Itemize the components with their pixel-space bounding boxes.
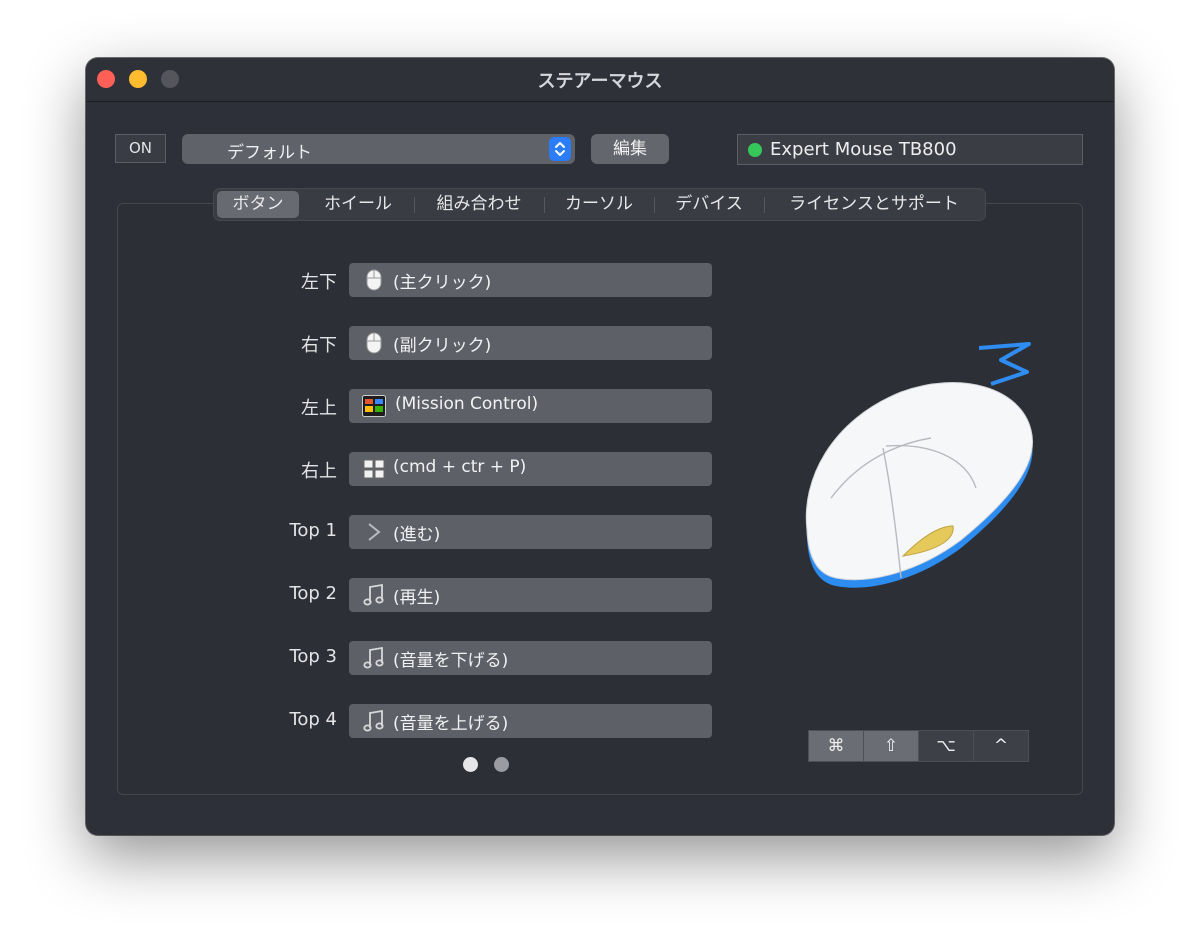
control-modifier-button[interactable]: ^ [974, 731, 1028, 761]
music-note-icon [362, 583, 386, 607]
tab-buttons[interactable]: ボタン [217, 191, 299, 218]
tab-device[interactable]: デバイス [659, 191, 759, 218]
button-row-label: Top 1 [289, 520, 337, 541]
app-window: ステアーマウス ON デフォルト 編集 Expert Mouse TB800 ボ… [86, 58, 1114, 835]
music-note-icon [362, 709, 386, 733]
device-name: Expert Mouse TB800 [770, 139, 957, 160]
page-dot[interactable] [494, 757, 509, 772]
chevron-right-icon [362, 520, 386, 544]
button-row-label: 右下 [301, 335, 337, 356]
button-action-text: (音量を上げる) [393, 714, 509, 734]
profile-selected-label: デフォルト [227, 143, 312, 163]
button-action-text: (副クリック) [393, 336, 492, 356]
title-bar[interactable]: ステアーマウス [86, 58, 1114, 102]
button-action-field[interactable]: (再生) [349, 578, 712, 612]
tab-divider [544, 197, 545, 213]
button-action-text: (cmd + ctr + P) [393, 457, 527, 477]
select-updown-icon [549, 137, 571, 161]
tab-divider [654, 197, 655, 213]
button-action-field[interactable]: (cmd + ctr + P) [349, 452, 712, 486]
mouse-illustration [805, 342, 1033, 588]
button-row-label: 左上 [301, 398, 337, 419]
button-row-label: 左下 [301, 272, 337, 293]
button-action-field[interactable]: (主クリック) [349, 263, 712, 297]
button-action-field[interactable]: (音量を下げる) [349, 641, 712, 675]
edit-button[interactable]: 編集 [591, 134, 669, 164]
shift-modifier-button[interactable]: ⇧ [864, 731, 919, 761]
button-action-field[interactable]: (進む) [349, 515, 712, 549]
tab-combinations[interactable]: 組み合わせ [419, 191, 539, 218]
button-action-text: (音量を下げる) [393, 651, 509, 671]
command-modifier-button[interactable]: ⌘ [809, 731, 864, 761]
tab-cursor[interactable]: カーソル [549, 191, 649, 218]
button-action-field[interactable]: (音量を上げる) [349, 704, 712, 738]
music-note-icon [362, 646, 386, 670]
button-action-field[interactable]: (Mission Control) [349, 389, 712, 423]
tab-divider [414, 197, 415, 213]
button-action-text: (進む) [393, 525, 441, 545]
window-title: ステアーマウス [537, 71, 663, 92]
button-row-label: 右上 [301, 461, 337, 482]
option-modifier-button[interactable]: ⌥ [919, 731, 974, 761]
button-action-field[interactable]: (副クリック) [349, 326, 712, 360]
tab-bar: ボタン ホイール 組み合わせ カーソル デバイス ライセンスとサポート [213, 188, 986, 221]
on-toggle-button[interactable]: ON [115, 134, 166, 163]
button-action-text: (Mission Control) [395, 394, 539, 414]
profile-select[interactable]: デフォルト [182, 134, 575, 164]
tab-license-support[interactable]: ライセンスとサポート [769, 191, 979, 218]
mouse-icon [362, 268, 386, 292]
button-row-label: Top 4 [289, 709, 337, 730]
modifier-keys: ⌘ ⇧ ⌥ ^ [808, 730, 1029, 762]
mouse-icon [362, 331, 386, 355]
button-action-text: (再生) [393, 588, 441, 608]
shortcut-icon [362, 457, 386, 481]
button-row-label: Top 3 [289, 646, 337, 667]
tab-wheel[interactable]: ホイール [307, 191, 409, 218]
mission-control-icon [362, 394, 386, 418]
page-dot-active[interactable] [463, 757, 478, 772]
button-action-text: (主クリック) [393, 273, 492, 293]
tab-divider [764, 197, 765, 213]
device-status-icon [748, 143, 762, 157]
button-row-label: Top 2 [289, 583, 337, 604]
device-selector[interactable]: Expert Mouse TB800 [737, 134, 1083, 165]
